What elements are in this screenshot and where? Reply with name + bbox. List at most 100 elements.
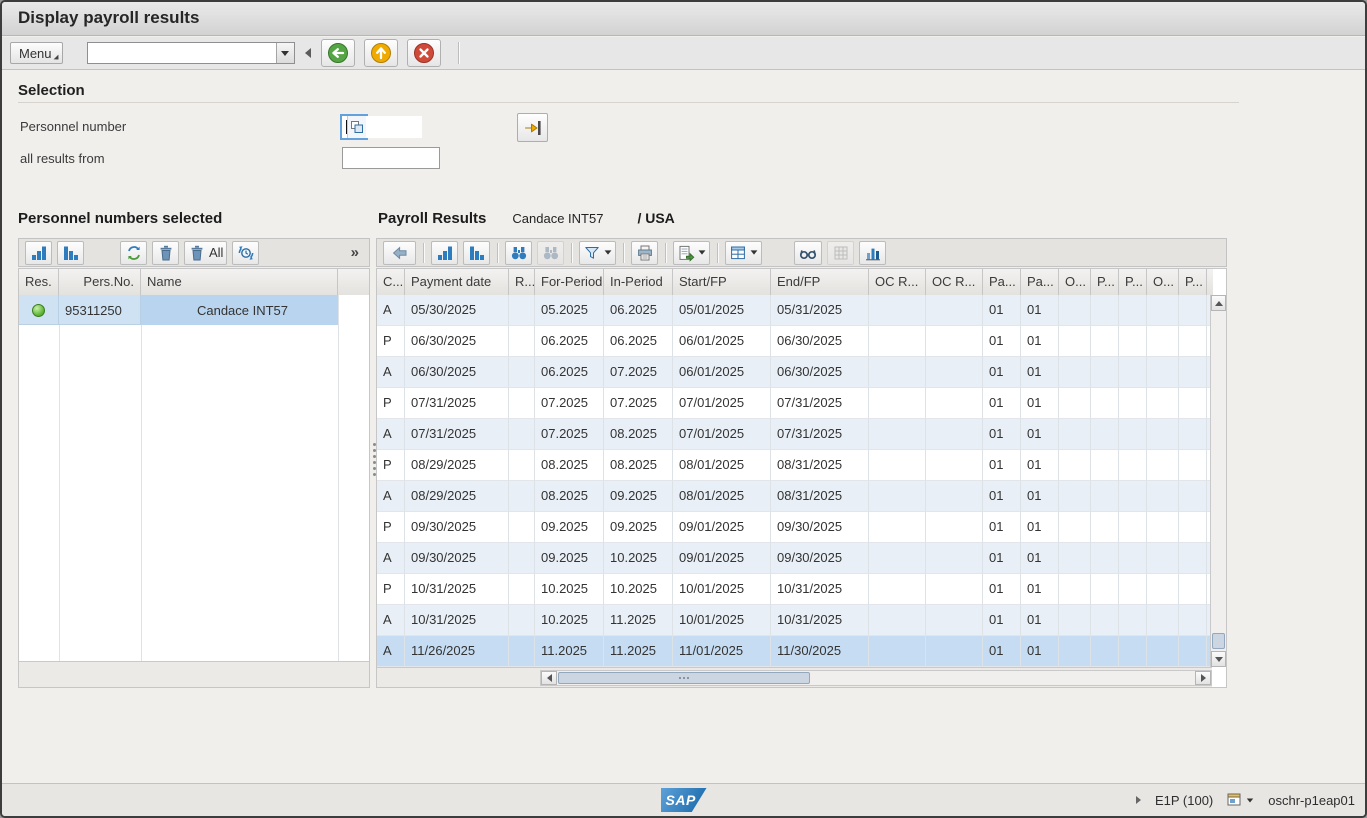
command-field-dropdown-button[interactable]: [276, 43, 294, 63]
possible-entries-icon: [350, 120, 364, 134]
payroll-cell: 01: [983, 605, 1021, 636]
all-results-from-input[interactable]: [342, 147, 440, 169]
display-details-button[interactable]: [794, 241, 822, 265]
payroll-cell: 06/01/2025: [673, 326, 771, 357]
payroll-column-header[interactable]: Pa...: [983, 269, 1021, 295]
payroll-column-header[interactable]: P...: [1091, 269, 1119, 295]
payroll-cell: A: [377, 636, 405, 667]
exit-button[interactable]: [364, 39, 398, 67]
alv-sort-ascending-button[interactable]: [431, 241, 458, 265]
cancel-button[interactable]: [407, 39, 441, 67]
status-expand-icon[interactable]: [1136, 796, 1141, 804]
payroll-column-header[interactable]: P...: [1179, 269, 1207, 295]
back-button[interactable]: [321, 39, 355, 67]
export-button[interactable]: [673, 241, 710, 265]
more-functions-button[interactable]: »: [351, 244, 363, 261]
payroll-cell: [926, 636, 983, 667]
horizontal-scrollbar[interactable]: [540, 670, 1212, 686]
session-window-icon: [1227, 793, 1243, 807]
payroll-row[interactable]: A09/30/202509.202510.202509/01/202509/30…: [377, 543, 1212, 574]
payroll-column-header[interactable]: Start/FP: [673, 269, 771, 295]
payroll-row[interactable]: A05/30/202505.202506.202505/01/202505/31…: [377, 295, 1212, 326]
find-button[interactable]: [505, 241, 532, 265]
refresh-button[interactable]: [232, 241, 259, 265]
scroll-left-button[interactable]: [541, 671, 557, 685]
sort-ascending-button[interactable]: [25, 241, 52, 265]
payroll-cell: [1119, 481, 1147, 512]
payroll-row[interactable]: P10/31/202510.202510.202510/01/202510/31…: [377, 574, 1212, 605]
menu-button[interactable]: Menu: [10, 42, 63, 64]
horizontal-scroll-thumb[interactable]: [558, 672, 810, 684]
horizontal-scroll-area: [377, 667, 1212, 687]
green-led-status-icon: [32, 304, 45, 317]
collapse-toolbar-icon[interactable]: [305, 48, 311, 58]
payroll-row[interactable]: A08/29/202508.202509.202508/01/202508/31…: [377, 481, 1212, 512]
graphic-button[interactable]: [859, 241, 886, 265]
payroll-column-header[interactable]: Payment date: [405, 269, 509, 295]
alv-back-button[interactable]: [383, 241, 416, 265]
command-field[interactable]: [87, 42, 295, 64]
print-button[interactable]: [631, 241, 658, 265]
payroll-column-header[interactable]: O...: [1059, 269, 1091, 295]
transfer-button[interactable]: [517, 113, 548, 142]
refresh-clock-icon: [237, 244, 255, 262]
sort-ascending-icon: [436, 244, 454, 262]
payroll-column-header[interactable]: For-Period: [535, 269, 604, 295]
scroll-right-button[interactable]: [1195, 671, 1211, 685]
scroll-down-button[interactable]: [1211, 651, 1226, 667]
payroll-row[interactable]: P08/29/202508.202508.202508/01/202508/31…: [377, 450, 1212, 481]
sort-descending-button[interactable]: [57, 241, 84, 265]
column-divider: [59, 295, 60, 661]
column-header-res[interactable]: Res.: [19, 269, 59, 295]
choose-layout-button[interactable]: [725, 241, 762, 265]
payroll-column-header[interactable]: P...: [1119, 269, 1147, 295]
payroll-cell: A: [377, 543, 405, 574]
filter-button[interactable]: [579, 241, 616, 265]
find-next-button[interactable]: [537, 241, 564, 265]
payroll-row[interactable]: P09/30/202509.202509.202509/01/202509/30…: [377, 512, 1212, 543]
payroll-cell: [926, 543, 983, 574]
payroll-column-header[interactable]: R...: [509, 269, 535, 295]
payroll-toolbar: [376, 238, 1227, 267]
payroll-column-header[interactable]: OC R...: [869, 269, 926, 295]
delete-all-button[interactable]: All: [184, 241, 227, 265]
exchange-button[interactable]: [120, 241, 147, 265]
payroll-cell: [509, 512, 535, 543]
session-info-button[interactable]: [1227, 793, 1254, 807]
payroll-row[interactable]: A11/26/202511.202511.202511/01/202511/30…: [377, 636, 1212, 667]
payroll-column-header[interactable]: C...: [377, 269, 405, 295]
payroll-cell: [926, 605, 983, 636]
vertical-scroll-thumb[interactable]: [1212, 633, 1225, 649]
payroll-cell: [926, 326, 983, 357]
payroll-row[interactable]: A07/31/202507.202508.202507/01/202507/31…: [377, 419, 1212, 450]
payroll-column-header[interactable]: OC R...: [926, 269, 983, 295]
payroll-cell: [1091, 326, 1119, 357]
payroll-column-header[interactable]: In-Period: [604, 269, 673, 295]
payroll-row[interactable]: P06/30/202506.202506.202506/01/202506/30…: [377, 326, 1212, 357]
payroll-cell: 07.2025: [535, 419, 604, 450]
vertical-scrollbar[interactable]: [1210, 295, 1226, 667]
payroll-cell: [1179, 450, 1207, 481]
payroll-cell: [1147, 512, 1179, 543]
payroll-cell: [926, 450, 983, 481]
payroll-row[interactable]: A10/31/202510.202511.202510/01/202510/31…: [377, 605, 1212, 636]
payroll-column-header[interactable]: Pa...: [1021, 269, 1059, 295]
chevron-down-icon: [605, 250, 612, 254]
alv-sort-descending-button[interactable]: [463, 241, 490, 265]
payroll-cell: [869, 543, 926, 574]
delete-button[interactable]: [152, 241, 179, 265]
payroll-row[interactable]: P07/31/202507.202507.202507/01/202507/31…: [377, 388, 1212, 419]
payroll-column-header[interactable]: O...: [1147, 269, 1179, 295]
payroll-cell: A: [377, 419, 405, 450]
grid-view-button[interactable]: [827, 241, 854, 265]
payroll-row[interactable]: A06/30/202506.202507.202506/01/202506/30…: [377, 357, 1212, 388]
payroll-cell: [1059, 605, 1091, 636]
column-header-name[interactable]: Name: [141, 269, 338, 295]
scroll-up-button[interactable]: [1211, 295, 1226, 311]
personnel-row[interactable]: 95311250 Candace INT57: [19, 295, 338, 325]
printer-icon: [636, 244, 654, 262]
possible-entries-button[interactable]: [347, 116, 366, 138]
payroll-cell: [1119, 605, 1147, 636]
column-header-persno[interactable]: Pers.No.: [59, 269, 141, 295]
payroll-column-header[interactable]: End/FP: [771, 269, 869, 295]
